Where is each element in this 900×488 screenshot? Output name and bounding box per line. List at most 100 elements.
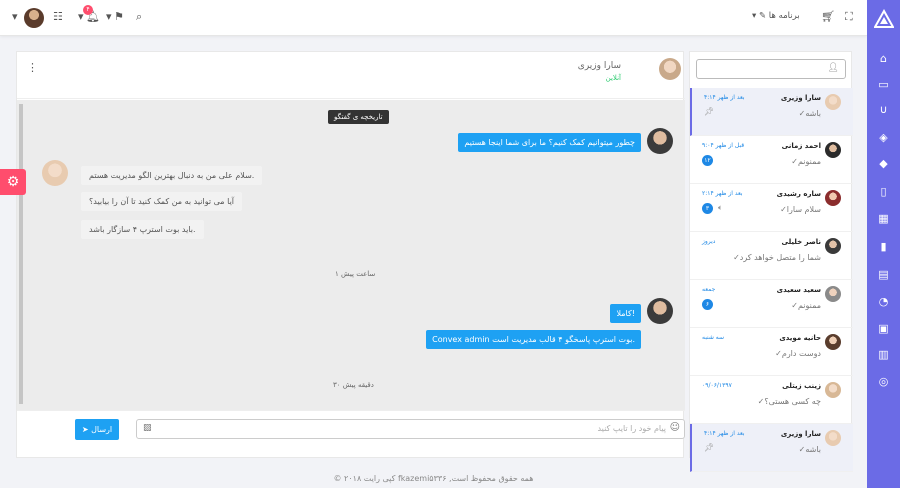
contact-item[interactable]: سعید سعیدی ✓ممنونم جمعه ۶ [690, 280, 853, 328]
contact-name: سارا وزیری [780, 430, 821, 438]
file-icon[interactable]: ▯ [877, 185, 890, 198]
agent-avatar [647, 298, 673, 324]
message-bubble: آیا می توانید به من کمک کنید تا آن را بی… [81, 192, 243, 211]
settings-button[interactable]: ⚙ [0, 169, 26, 195]
check-icon: ✓ [775, 349, 782, 358]
user-avatar [42, 160, 68, 186]
contact-time: جمعه [702, 286, 716, 293]
message-bubble: باید بوت استرپ ۴ سازگار باشد. [81, 220, 204, 239]
pie-chart-icon[interactable]: ◔ [877, 295, 890, 308]
contact-avatar [825, 334, 841, 350]
contact-last-message-text: چه کسی هستی؟ [764, 397, 821, 406]
contact-last-message-text: سلام سارا [786, 205, 821, 214]
contact-last-message: ✓شما را متصل خواهد کرد [733, 253, 821, 262]
map-icon[interactable]: ▤ [877, 268, 890, 281]
chat-messages[interactable]: تاریخچه ی گفتگو چطور میتوانیم کمک کنیم؟ … [17, 100, 685, 410]
image-icon[interactable]: ▨ [143, 423, 152, 433]
mute-icon[interactable]: 🔈︎ [718, 203, 723, 213]
newspaper-icon[interactable]: ▥ [877, 348, 890, 361]
agent-avatar [647, 128, 673, 154]
contact-last-message: ✓باشه [799, 445, 821, 454]
emoji-icon[interactable]: ☺ [670, 422, 680, 433]
footer-copyright: © ۲۰۱۸ کپی رایت fkazemi۵۳۳۶ ,همه حقوق مح… [333, 474, 534, 483]
send-label: ارسال [91, 425, 113, 434]
contact-item[interactable]: سارا وزیری ✓باشه ۴:۱۴ بعد از ظهر 📌︎ [690, 424, 853, 472]
contact-time: ۴:۱۴ بعد از ظهر [704, 94, 745, 101]
contact-item[interactable]: زینب زیتلی ✓چه کسی هستی؟ ۰۹/۰۶/۱۳۹۷ [690, 376, 853, 424]
contact-time: ۰۹/۰۶/۱۳۹۷ [702, 382, 732, 389]
contact-time: دیروز [702, 238, 716, 245]
chat-footer: ➤ ارسال ▨ پیام خود را تایپ کنید ☺ [17, 410, 685, 458]
contact-item[interactable]: حانیه مویدی ✓دوست دارم سه شنبه [690, 328, 853, 376]
more-options-icon[interactable]: ⋮ [27, 61, 38, 74]
chat-contact-name: سارا وزیری [577, 61, 621, 71]
contact-last-message: ✓چه کسی هستی؟ [758, 397, 821, 406]
contact-item[interactable]: احمد زمانی ✓ممنونم ۹:۰۴ قبل از ظهر ۱۲ [690, 136, 853, 184]
message-input[interactable]: ▨ پیام خود را تایپ کنید ☺ [136, 419, 685, 439]
sliders-icon[interactable]: ☷ [53, 10, 63, 23]
book-icon[interactable]: ▮ [877, 240, 890, 253]
contact-last-message: ✓ممنونم [791, 301, 821, 310]
box-icon[interactable]: ▣ [877, 322, 890, 335]
message-placeholder: پیام خود را تایپ کنید [597, 424, 666, 433]
contact-item[interactable]: ساره رشیدی ✓سلام سارا ۲:۱۴ بعد از ظهر ۳ 🔈︎ [690, 184, 853, 232]
tag-icon[interactable]: ◆ [877, 157, 890, 170]
contact-last-message: ✓ممنونم [791, 157, 821, 166]
chat-contact-status: آنلاین [605, 74, 621, 82]
contact-time: ۴:۱۴ بعد از ظهر [704, 430, 745, 437]
contact-avatar [825, 190, 841, 206]
contact-last-message-text: ممنونم [797, 157, 821, 166]
message-bubble: چطور میتوانیم کمک کنیم؟ ما برای شما اینج… [458, 133, 641, 152]
sidebar: ⌂ ▭ ∪ ◈ ◆ ▯ ▦ ▮ ▤ ◔ ▣ ▥ ◎ [867, 0, 900, 488]
contact-avatar [825, 286, 841, 302]
contact-avatar [825, 382, 841, 398]
pin-icon[interactable]: 📌︎ [704, 443, 714, 452]
check-icon: ✓ [791, 157, 798, 166]
search-icon[interactable]: ⌕ [136, 10, 142, 24]
pin-icon[interactable]: 📌︎ [704, 107, 714, 116]
contact-time: سه شنبه [702, 334, 725, 341]
message-bubble: Convex admin بوت استرپ پاسخگو ۴ قالب مدی… [426, 330, 641, 349]
grid-icon[interactable]: ▦ [877, 212, 890, 225]
check-icon: ✓ [791, 301, 798, 310]
fullscreen-icon[interactable]: ⛶ [845, 10, 853, 24]
apps-menu[interactable]: برنامه ها ✎ ▾ [752, 11, 800, 21]
contact-avatar [825, 430, 841, 446]
contact-last-message: ✓باشه [799, 109, 821, 118]
chat-contact-avatar [659, 58, 681, 80]
user-icon: 👤︎ [827, 63, 839, 73]
contacts-panel: 👤︎ سارا وزیری ✓باشه ۴:۱۴ بعد از ظهر 📌︎ احمد … [689, 51, 853, 472]
notification-badge: ۴ [83, 5, 93, 15]
magnet-icon[interactable]: ∪ [877, 103, 890, 116]
contact-name: سعید سعیدی [776, 286, 821, 294]
contact-item[interactable]: سارا وزیری ✓باشه ۴:۱۴ بعد از ظهر 📌︎ [690, 88, 853, 136]
contact-name: سارا وزیری [780, 94, 821, 102]
flag-icon[interactable]: ⚑ [114, 10, 124, 23]
contact-last-message-text: ممنونم [797, 301, 821, 310]
contacts-list: سارا وزیری ✓باشه ۴:۱۴ بعد از ظهر 📌︎ احمد زما… [690, 88, 853, 472]
chevron-down-icon[interactable]: ▾ [106, 10, 112, 23]
contact-last-message-text: باشه [805, 445, 821, 454]
avatar-chevron-icon[interactable]: ▾ [12, 10, 18, 23]
home-icon[interactable]: ⌂ [877, 52, 890, 65]
cart-icon[interactable]: 🛒︎ [821, 10, 835, 23]
user-avatar[interactable] [24, 8, 44, 28]
contact-avatar [825, 94, 841, 110]
support-icon[interactable]: ◎ [877, 375, 890, 388]
edit-icon: ✎ ▾ [752, 11, 767, 21]
send-button[interactable]: ➤ ارسال [75, 419, 119, 440]
message-time: ۳۰ دقیقه پیش [333, 381, 374, 389]
monitor-icon[interactable]: ▭ [877, 78, 890, 91]
contact-time: ۲:۱۴ بعد از ظهر [702, 190, 743, 197]
check-icon: ✓ [780, 205, 787, 214]
contact-name: زینب زیتلی [782, 382, 821, 390]
contact-last-message: ✓سلام سارا [780, 205, 821, 214]
layers-icon[interactable]: ◈ [877, 131, 890, 144]
contact-avatar [825, 238, 841, 254]
unread-badge: ۱۲ [702, 155, 713, 166]
contact-avatar [825, 142, 841, 158]
contacts-search-input[interactable]: 👤︎ [696, 59, 846, 79]
scrollbar[interactable] [19, 104, 23, 404]
contact-item[interactable]: ناصر خلیلی ✓شما را متصل خواهد کرد دیروز [690, 232, 853, 280]
logo-icon [874, 9, 894, 28]
